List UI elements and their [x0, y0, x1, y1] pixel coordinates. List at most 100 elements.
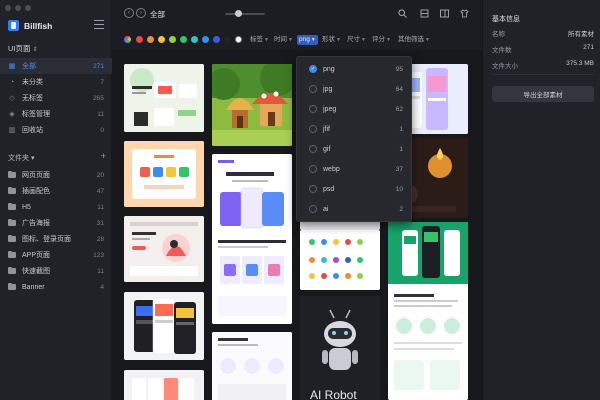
minimize-window-button[interactable] [15, 5, 21, 11]
updown-caret-icon: ⇕ [32, 47, 38, 53]
export-all-button[interactable]: 导出全部素材 [492, 86, 594, 102]
add-folder-icon[interactable]: + [101, 152, 106, 163]
asset-thumbnail[interactable] [388, 222, 468, 400]
asset-thumbnail[interactable] [300, 230, 380, 290]
color-swatch[interactable] [202, 36, 209, 43]
color-swatch[interactable] [180, 36, 187, 43]
nav-item-trash[interactable]: ▥ 回收站 0 [0, 122, 112, 138]
nav-item-uncategorized[interactable]: ◔ 未分类 7 [0, 74, 112, 90]
back-button[interactable]: ‹ [124, 8, 134, 18]
folders-toggle[interactable]: 文件夹 ▾ [8, 153, 34, 163]
workspace-selector[interactable]: UI页面 ⇕ [8, 43, 38, 54]
close-window-button[interactable] [5, 5, 11, 11]
color-swatch[interactable] [191, 36, 198, 43]
filter-time[interactable]: 时间▼ [274, 35, 293, 45]
thumbnail-size-slider[interactable] [225, 10, 265, 17]
format-option-webp[interactable]: webp 37 [297, 160, 411, 178]
filter-shape[interactable]: 形状▼ [322, 35, 341, 45]
checkbox-icon[interactable] [309, 145, 317, 153]
asset-thumbnail[interactable] [212, 332, 292, 400]
folder-icon [8, 250, 16, 258]
menu-toggle-icon[interactable] [94, 20, 104, 29]
color-swatch[interactable] [224, 36, 231, 43]
check-icon[interactable]: ✓ [309, 65, 317, 73]
format-option-psd[interactable]: psd 10 [297, 180, 411, 198]
asset-thumbnail[interactable] [212, 64, 292, 146]
color-swatch[interactable] [147, 36, 154, 43]
nav-item-tag-manage[interactable]: ◈ 标签管理 11 [0, 106, 112, 122]
filter-other[interactable]: 其他筛选▼ [398, 35, 430, 45]
folder-icon [8, 218, 16, 226]
asset-thumbnail[interactable] [212, 154, 292, 324]
slider-knob[interactable] [235, 10, 242, 17]
caret-down-icon: ▼ [386, 37, 391, 43]
asset-thumbnail[interactable] [124, 370, 204, 400]
caret-down-icon: ▼ [288, 37, 293, 43]
color-wheel-icon[interactable] [124, 36, 131, 43]
chevron-right-icon: › [140, 10, 142, 16]
format-option-png[interactable]: ✓ png 95 [297, 60, 411, 78]
nav-item-untagged[interactable]: ◇ 无标签 265 [0, 90, 112, 106]
folder-item[interactable]: 网页页面 20 [0, 167, 112, 183]
color-swatch[interactable] [213, 36, 220, 43]
folder-item[interactable]: 插画配色 47 [0, 183, 112, 199]
color-swatch[interactable] [136, 36, 143, 43]
format-dropdown: ✓ png 95 jpg 64 jpeg 62 jfif 1 gif 1 webp 37 ps… [296, 56, 412, 222]
filter-tags[interactable]: 标签▼ [250, 35, 269, 45]
checkbox-icon[interactable] [309, 205, 317, 213]
folder-item[interactable]: H5 11 [0, 199, 112, 215]
nav-item-all[interactable]: ▦ 全部 271 [0, 58, 112, 74]
info-row-name: 名称 所有素材 [492, 31, 594, 38]
asset-thumbnail[interactable] [124, 292, 204, 360]
caret-down-icon: ▼ [361, 37, 366, 43]
info-panel: 基本信息 名称 所有素材 文件数 271 文件大小 375.3 MB 导出全部素材 [482, 0, 600, 400]
asset-thumbnail[interactable]: AI Robot [300, 296, 380, 400]
filter-icon[interactable] [420, 9, 429, 18]
folder-item[interactable]: 广告海报 31 [0, 215, 112, 231]
format-option-gif[interactable]: gif 1 [297, 140, 411, 158]
caret-down-icon: ▼ [310, 37, 316, 43]
billfish-logo-icon [8, 20, 19, 31]
filter-size[interactable]: 尺寸▼ [347, 35, 366, 45]
pie-icon: ◔ [9, 78, 15, 86]
asset-thumbnail[interactable] [124, 64, 204, 132]
folder-list: 网页页面 20 插画配色 47 H5 11 广告海报 31 图标、登录页面 28 APP页… [0, 167, 112, 295]
search-icon[interactable] [398, 9, 407, 18]
format-option-jpeg[interactable]: jpeg 62 [297, 100, 411, 118]
checkbox-icon[interactable] [309, 105, 317, 113]
folder-item[interactable]: 图标、登录页面 28 [0, 231, 112, 247]
page-title: 全部 [150, 10, 165, 19]
folder-icon [8, 170, 16, 178]
sidebar: Billfish UI页面 ⇕ ▦ 全部 271 ◔ 未分类 7 ◇ 无标签 2… [0, 0, 112, 400]
trash-icon: ▥ [8, 127, 16, 134]
folder-item[interactable]: APP页面 123 [0, 247, 112, 263]
layout-icon[interactable] [440, 9, 449, 18]
folder-item[interactable]: Banner 4 [0, 279, 112, 295]
checkbox-icon[interactable] [309, 165, 317, 173]
checkbox-icon[interactable] [309, 185, 317, 193]
caret-down-icon: ▼ [425, 37, 430, 43]
format-option-jfif[interactable]: jfif 1 [297, 120, 411, 138]
divider [492, 74, 594, 75]
folder-icon [8, 186, 16, 194]
color-swatch[interactable] [158, 36, 165, 43]
asset-thumbnail[interactable] [124, 141, 204, 207]
color-swatch[interactable] [169, 36, 176, 43]
maximize-window-button[interactable] [25, 5, 31, 11]
format-option-ai[interactable]: ai 2 [297, 200, 411, 218]
forward-button[interactable]: › [136, 8, 146, 18]
format-option-jpg[interactable]: jpg 64 [297, 80, 411, 98]
caret-down-icon: ▼ [336, 37, 341, 43]
filter-rating[interactable]: 评分▼ [372, 35, 391, 45]
folder-icon [8, 266, 16, 274]
shirt-icon[interactable] [460, 9, 469, 18]
asset-thumbnail[interactable] [124, 216, 204, 282]
folder-item[interactable]: 快速截图 11 [0, 263, 112, 279]
filter-format[interactable]: png▼ [297, 35, 318, 45]
color-swatch[interactable] [235, 36, 242, 43]
folder-icon [8, 202, 16, 210]
caret-down-icon: ▼ [264, 37, 269, 43]
checkbox-icon[interactable] [309, 125, 317, 133]
workspace-label: UI页面 [8, 44, 31, 53]
checkbox-icon[interactable] [309, 85, 317, 93]
